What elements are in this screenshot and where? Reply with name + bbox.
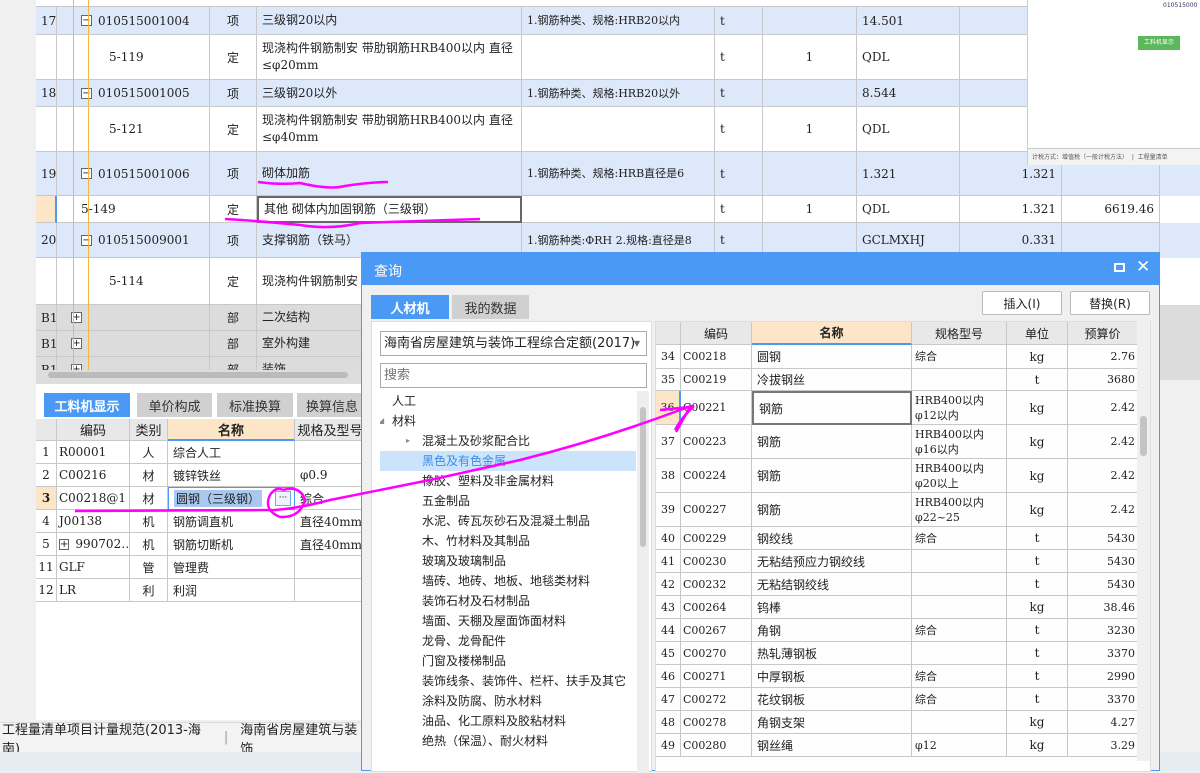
annotation-layer <box>74 180 695 519</box>
annotation-underline-1 <box>257 180 389 189</box>
annotation-underline-2 <box>224 217 481 229</box>
annotation-arrow <box>74 404 695 513</box>
annotation-circle <box>266 487 307 519</box>
